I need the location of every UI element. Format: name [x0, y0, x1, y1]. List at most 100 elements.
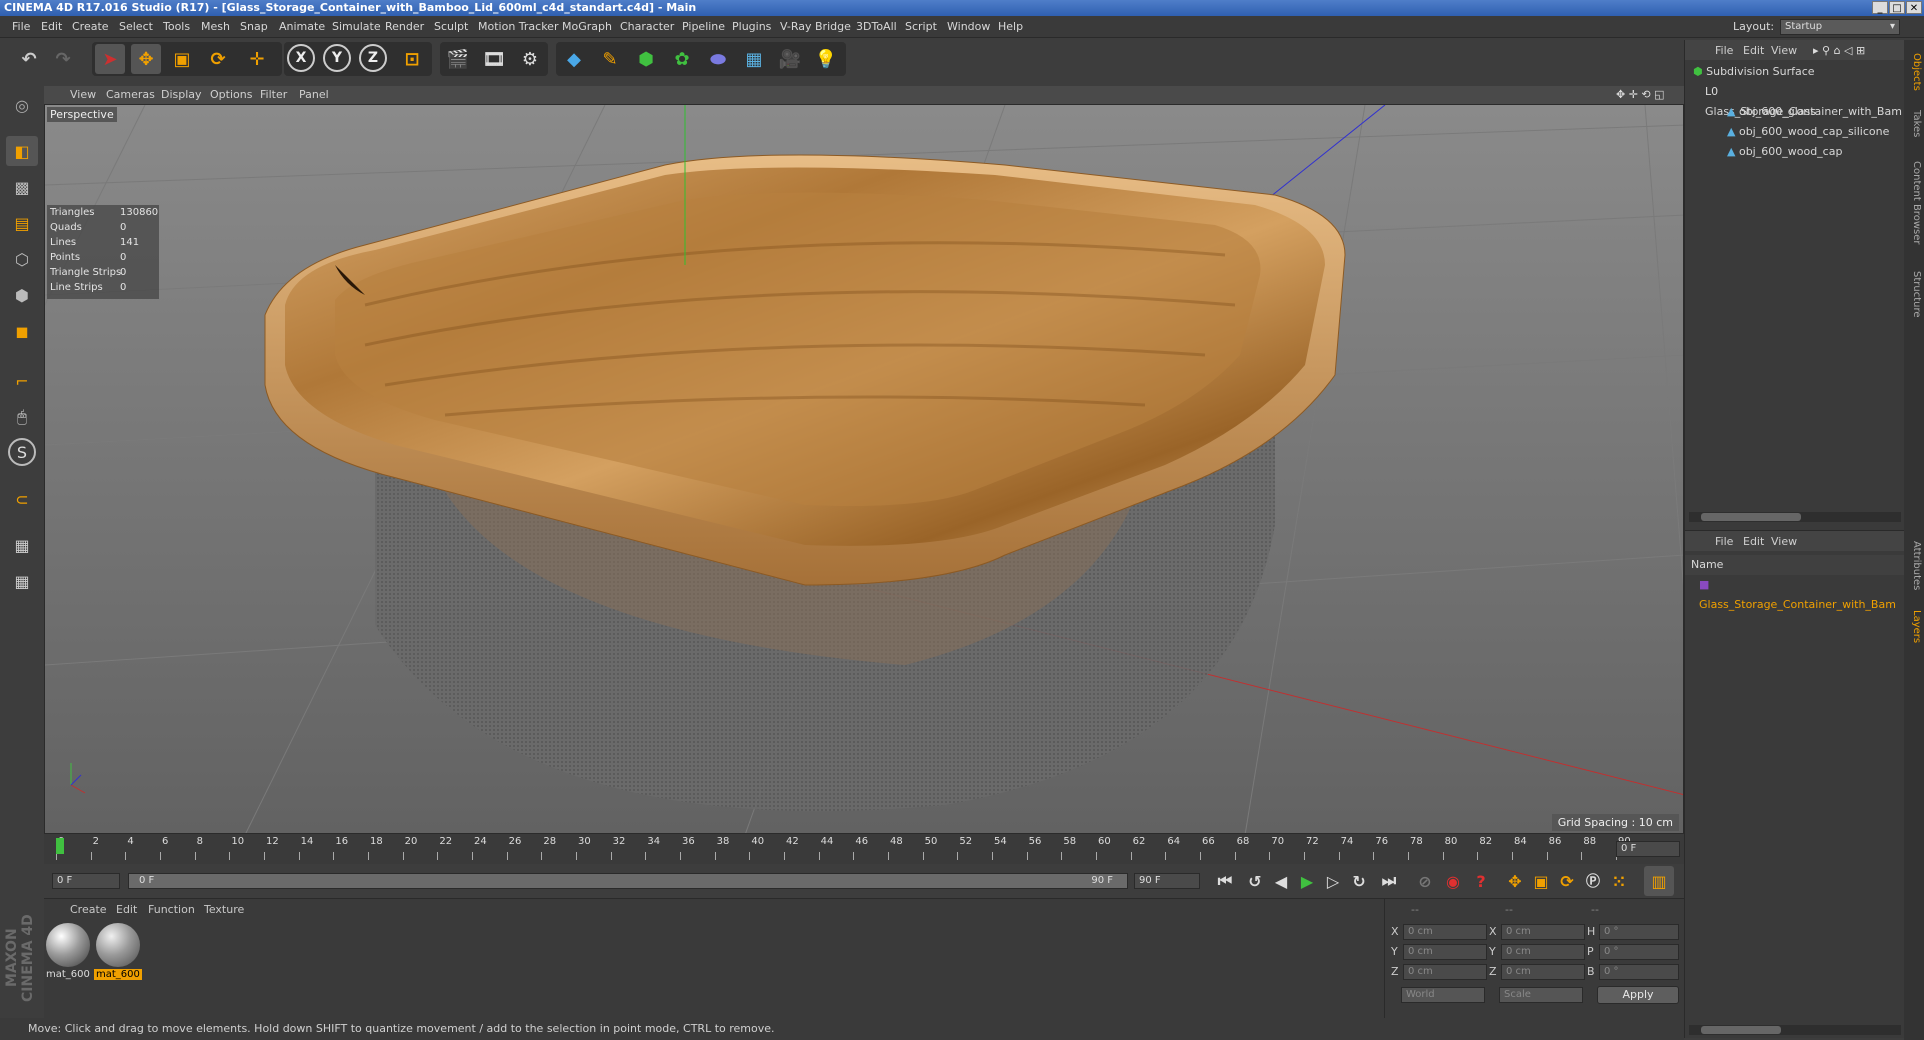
viewport-menu-cameras[interactable]: Cameras: [106, 88, 155, 101]
end-frame-field[interactable]: 90 F: [1134, 873, 1200, 889]
scrollbar-thumb[interactable]: [1701, 1026, 1781, 1034]
close-button[interactable]: ✕: [1906, 1, 1922, 14]
magnet-icon[interactable]: ⊂: [6, 484, 38, 514]
menu-script[interactable]: Script: [905, 20, 937, 33]
make-editable-icon[interactable]: ◎: [6, 90, 38, 120]
pen-spline-icon[interactable]: ✎: [595, 44, 625, 74]
next-key-icon[interactable]: ↻: [1344, 866, 1374, 896]
scale-tool-icon[interactable]: ▣: [167, 44, 197, 74]
frame-range-slider[interactable]: 0 F 90 F: [128, 873, 1128, 889]
rotate-tool-icon[interactable]: ⟳: [203, 44, 233, 74]
go-to-start-icon[interactable]: ⏮: [1210, 866, 1240, 896]
object-menu-view[interactable]: View: [1771, 44, 1797, 57]
rotation-p-field[interactable]: 0 °: [1599, 944, 1679, 960]
undo-icon[interactable]: ↶: [14, 44, 44, 74]
position-y-field[interactable]: 0 cm: [1403, 944, 1487, 960]
material-swatch-1[interactable]: [46, 923, 90, 967]
viewport-menu-display[interactable]: Display: [161, 88, 202, 101]
tree-item-wood-cap-silicone[interactable]: ▲ obj_600_wood_cap_silicone: [1685, 122, 1905, 142]
viewport-menu-panel[interactable]: Panel: [299, 88, 329, 101]
material-name-2[interactable]: mat_600: [94, 969, 142, 980]
tab-structure[interactable]: Structure: [1906, 262, 1922, 326]
size-x-field[interactable]: 0 cm: [1501, 924, 1585, 940]
size-y-field[interactable]: 0 cm: [1501, 944, 1585, 960]
select-arrow-icon[interactable]: ➤: [95, 44, 125, 74]
move-tool-icon[interactable]: ✥: [131, 44, 161, 74]
material-menu-function[interactable]: Function: [148, 903, 195, 916]
menu-render[interactable]: Render: [385, 20, 424, 33]
rotation-h-field[interactable]: 0 °: [1599, 924, 1679, 940]
timeline-ruler[interactable]: 0246810121416182022242628303234363840424…: [44, 834, 1684, 864]
position-z-field[interactable]: 0 cm: [1403, 964, 1487, 980]
menu-window[interactable]: Window: [947, 20, 990, 33]
tab-attributes[interactable]: Attributes: [1906, 534, 1922, 598]
viewport-menu-options[interactable]: Options: [210, 88, 252, 101]
material-menu-create[interactable]: Create: [70, 903, 107, 916]
layout-dropdown[interactable]: Startup ▾: [1780, 19, 1900, 35]
render-picture-viewer-icon[interactable]: 🎞: [479, 44, 509, 74]
menu-edit[interactable]: Edit: [41, 20, 62, 33]
menu-animate[interactable]: Animate: [279, 20, 325, 33]
layer-menu-edit[interactable]: Edit: [1743, 535, 1764, 548]
render-settings-icon[interactable]: ⚙: [515, 44, 545, 74]
layer-item[interactable]: ■ Glass_Storage_Container_with_Bam: [1685, 575, 1905, 611]
position-x-field[interactable]: 0 cm: [1403, 924, 1487, 940]
viewport-camera-label[interactable]: Perspective: [47, 107, 117, 122]
material-swatch-2[interactable]: [96, 923, 140, 967]
apply-button[interactable]: Apply: [1597, 986, 1679, 1004]
menu-tools[interactable]: Tools: [163, 20, 190, 33]
viewport-navigation-icons[interactable]: ✥ ✛ ⟲ ◱: [1616, 88, 1665, 101]
coordinate-system-dropdown[interactable]: World: [1401, 987, 1485, 1003]
tab-takes[interactable]: Takes: [1906, 104, 1922, 144]
y-axis-lock-icon[interactable]: Y: [323, 44, 351, 72]
cube-primitive-icon[interactable]: ◆: [559, 44, 589, 74]
timeline-window-icon[interactable]: ▥: [1644, 866, 1674, 896]
tab-layers[interactable]: Layers: [1906, 602, 1922, 652]
snapping-icon[interactable]: S: [8, 438, 36, 466]
x-axis-lock-icon[interactable]: X: [287, 44, 315, 72]
light-icon[interactable]: 💡: [811, 44, 841, 74]
tab-objects[interactable]: Objects: [1906, 44, 1922, 100]
autokey-icon[interactable]: ◉: [1438, 866, 1468, 896]
axis-mode-icon[interactable]: ⌐: [6, 366, 38, 396]
floor-icon[interactable]: ▦: [739, 44, 769, 74]
planar-workplane-icon[interactable]: ▦: [6, 566, 38, 596]
layer-manager-scrollbar[interactable]: [1689, 1025, 1901, 1035]
scrollbar-thumb[interactable]: [1701, 513, 1801, 521]
deformer-icon[interactable]: ⬬: [703, 44, 733, 74]
polygons-mode-icon[interactable]: ◼: [6, 316, 38, 346]
menu-simulate[interactable]: Simulate: [332, 20, 381, 33]
frame-marker[interactable]: [56, 838, 64, 854]
object-menu-file[interactable]: File: [1715, 44, 1733, 57]
viewport-menu-view[interactable]: View: [70, 88, 96, 101]
camera-icon[interactable]: 🎥: [775, 44, 805, 74]
menu-mesh[interactable]: Mesh: [201, 20, 230, 33]
maximize-button[interactable]: □: [1889, 1, 1905, 14]
menu-snap[interactable]: Snap: [240, 20, 268, 33]
menu-file[interactable]: File: [12, 20, 30, 33]
layer-menu-file[interactable]: File: [1715, 535, 1733, 548]
menu-character[interactable]: Character: [620, 20, 674, 33]
menu-sculpt[interactable]: Sculpt: [434, 20, 468, 33]
material-name-1[interactable]: mat_600: [46, 969, 90, 980]
points-mode-icon[interactable]: ⬡: [6, 244, 38, 274]
menu-create[interactable]: Create: [72, 20, 109, 33]
coordinate-system-icon[interactable]: ⊡: [397, 44, 427, 74]
key-pla-icon[interactable]: ⁙: [1604, 866, 1634, 896]
layer-menu-view[interactable]: View: [1771, 535, 1797, 548]
keyframe-selection-icon[interactable]: ?: [1466, 866, 1496, 896]
model-mode-icon[interactable]: ◧: [6, 136, 38, 166]
workplane-mode-icon[interactable]: ▤: [6, 208, 38, 238]
3d-viewport[interactable]: Perspective Triangles 130860 Quads 0 Lines…: [44, 104, 1684, 834]
tree-item-container[interactable]: L0 Glass_Storage_Container_with_Bam: [1685, 82, 1905, 118]
scale-mode-dropdown[interactable]: Scale: [1499, 987, 1583, 1003]
z-axis-lock-icon[interactable]: Z: [359, 44, 387, 72]
minimize-button[interactable]: _: [1872, 1, 1888, 14]
menu-3dtoall[interactable]: 3DToAll: [856, 20, 897, 33]
last-tool-icon[interactable]: ✛: [242, 44, 272, 74]
tree-item-glass[interactable]: ▲ obj_600_glass: [1685, 102, 1905, 122]
tree-item-subdivision-surface[interactable]: ⬢ Subdivision Surface: [1685, 62, 1905, 82]
menu-vray-bridge[interactable]: V-Ray Bridge: [780, 20, 851, 33]
tree-item-wood-cap[interactable]: ▲ obj_600_wood_cap: [1685, 142, 1905, 162]
menu-help[interactable]: Help: [998, 20, 1023, 33]
